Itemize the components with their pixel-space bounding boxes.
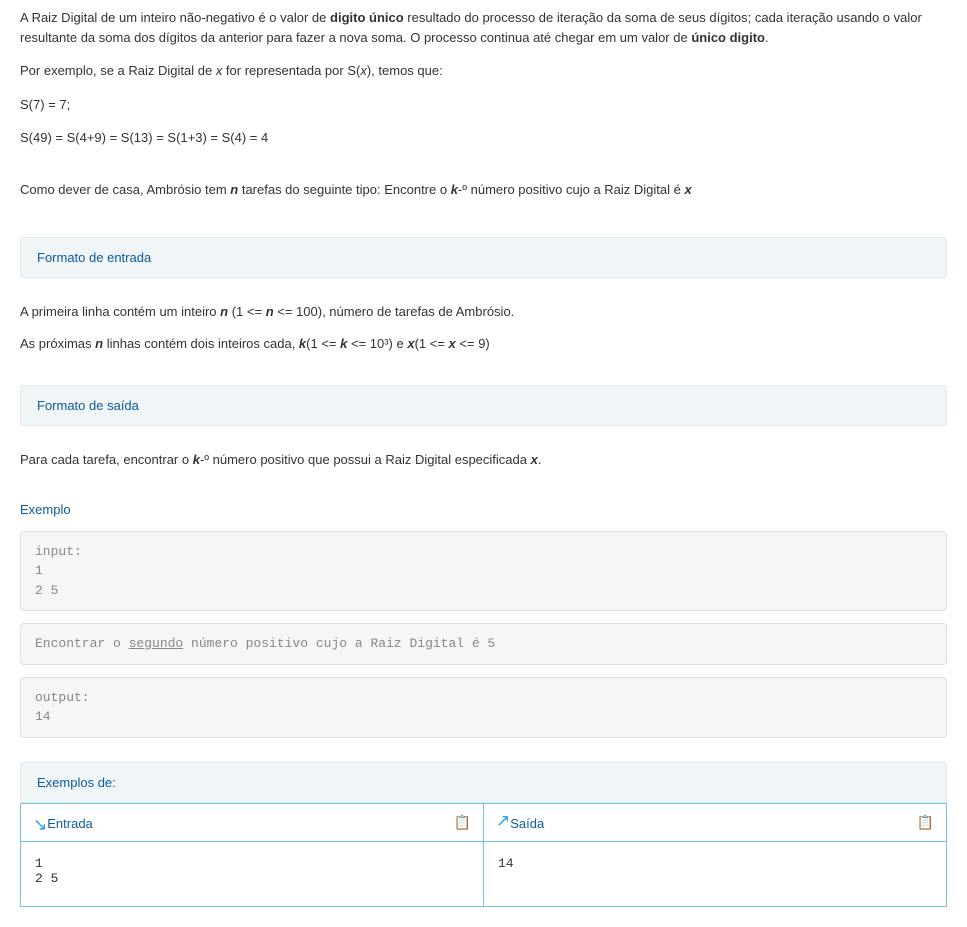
text: -º número positivo cujo a Raiz Digital é (458, 182, 685, 197)
copy-input-icon[interactable]: 📋 (454, 814, 471, 831)
bold-italic-var: n (220, 304, 228, 319)
copy-output-icon[interactable]: 📋 (917, 814, 934, 831)
bold-italic-var: x (407, 336, 414, 351)
arrow-up-right-icon: ↗ (496, 812, 510, 829)
bold-italic-var: n (95, 336, 103, 351)
bold-italic-var: x (531, 452, 538, 467)
bold-italic-var: n (266, 304, 274, 319)
code-label: output: (35, 690, 90, 705)
desc-paragraph-3: Como dever de casa, Ambrósio tem n taref… (20, 180, 947, 200)
output-header-label: Saída (510, 816, 544, 831)
text: As próximas (20, 336, 95, 351)
text: número positivo cujo a Raiz Digital é 5 (183, 636, 495, 651)
example-explain-box: Encontrar o segundo número positivo cujo… (20, 623, 947, 665)
input-format-line-1: A primeira linha contém um inteiro n (1 … (20, 302, 947, 322)
bold-italic-var: x (449, 336, 456, 351)
arrow-down-right-icon: ↘ (33, 816, 47, 833)
code-body: 1 2 5 (35, 563, 58, 598)
text: A Raiz Digital de um inteiro não-negativ… (20, 10, 330, 25)
desc-paragraph-2: Por exemplo, se a Raiz Digital de x for … (20, 61, 947, 81)
formula-1: S(7) = 7; (20, 95, 947, 115)
text: A primeira linha contém um inteiro (20, 304, 220, 319)
input-format-line-2: As próximas n linhas contém dois inteiro… (20, 334, 947, 354)
text: Para cada tarefa, encontrar o (20, 452, 193, 467)
input-column: ↘Entrada 📋 1 2 5 (20, 803, 483, 907)
input-header-label: Entrada (47, 816, 93, 831)
examples-header: Exemplos de: (20, 762, 947, 803)
text: (1 <= (415, 336, 449, 351)
text: ), temos que: (367, 63, 443, 78)
text: Como dever de casa, Ambrósio tem (20, 182, 230, 197)
text: <= 10³) e (347, 336, 407, 351)
text: Encontrar o (35, 636, 129, 651)
problem-description: A Raiz Digital de um inteiro não-negativ… (20, 8, 947, 199)
bold-text: único digito (691, 30, 765, 45)
code-body: 14 (35, 709, 51, 724)
text: for representada por S( (222, 63, 360, 78)
example-output-box: output: 14 (20, 677, 947, 738)
bold-italic-var: k (193, 452, 200, 467)
output-column: ↗Saída 📋 14 (483, 803, 947, 907)
text: . (538, 452, 542, 467)
text: (1 <= (306, 336, 340, 351)
text: Por exemplo, se a Raiz Digital de (20, 63, 216, 78)
text: <= 100), número de tarefas de Ambrósio. (274, 304, 515, 319)
output-column-body: 14 (484, 842, 946, 892)
input-column-header: ↘Entrada 📋 (21, 804, 483, 842)
bold-italic-var: k (451, 182, 458, 197)
text: linhas contém dois inteiros cada, (103, 336, 299, 351)
underline-text: segundo (129, 636, 184, 651)
text: tarefas do seguinte tipo: Encontre o (238, 182, 450, 197)
text: (1 <= (228, 304, 266, 319)
output-format-desc: Para cada tarefa, encontrar o k-º número… (20, 450, 947, 470)
code-label: input: (35, 544, 82, 559)
output-column-header: ↗Saída 📋 (484, 804, 946, 842)
bold-italic-var: x (685, 182, 692, 197)
io-table: ↘Entrada 📋 1 2 5 ↗Saída 📋 14 (20, 803, 947, 907)
bold-text: digito único (330, 10, 404, 25)
formula-2: S(49) = S(4+9) = S(13) = S(1+3) = S(4) =… (20, 128, 947, 148)
desc-paragraph-1: A Raiz Digital de um inteiro não-negativ… (20, 8, 947, 47)
input-format-header: Formato de entrada (20, 237, 947, 278)
text: . (765, 30, 769, 45)
example-label: Exemplo (20, 502, 947, 517)
output-format-header: Formato de saída (20, 385, 947, 426)
example-input-box: input: 1 2 5 (20, 531, 947, 612)
text: -º número positivo que possui a Raiz Dig… (200, 452, 531, 467)
text: <= 9) (456, 336, 490, 351)
input-column-body: 1 2 5 (21, 842, 483, 906)
